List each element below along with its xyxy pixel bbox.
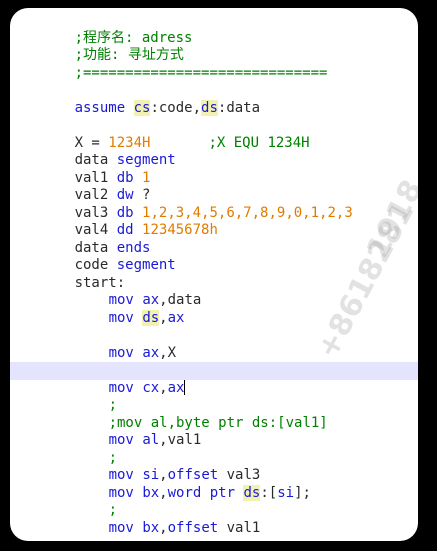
code-line[interactable]: mov si,offset val3 <box>24 450 418 483</box>
code-token: val1 <box>218 519 261 536</box>
code-line[interactable]: assume cs:code,ds:data <box>24 82 418 116</box>
code-line[interactable] <box>24 100 418 118</box>
code-line[interactable]: X = 1234H ;X EQU 1234H <box>24 117 418 151</box>
code-line[interactable]: ; <box>24 345 418 378</box>
code-line[interactable]: ;mov al,byte ptr ds:[val1] <box>24 397 418 431</box>
code-line[interactable] <box>24 65 418 83</box>
code-line[interactable]: ;功能: 寻址方式 <box>24 30 418 63</box>
code-line[interactable]: ; <box>24 380 418 413</box>
code-line[interactable]: mov ds,ax <box>24 292 418 326</box>
code-line[interactable]: ;============================= <box>24 47 418 81</box>
code-line[interactable]: mov ax,data <box>24 275 418 308</box>
code-line[interactable]: val2 dw ? <box>24 170 418 203</box>
code-line[interactable]: data segment <box>24 135 418 168</box>
code-editor[interactable]: ;程序名: adress ;功能: 寻址方式 ;================… <box>10 12 418 537</box>
code-line[interactable]: data ends <box>24 222 418 256</box>
code-line[interactable]: mov ax,X <box>24 327 418 361</box>
code-line[interactable]: mov al,val1 <box>24 415 418 448</box>
keyword-token: mov <box>108 519 134 536</box>
code-token: , <box>159 519 168 536</box>
code-line[interactable]: val3 db 1,2,3,4,5,6,7,8,9,0,1,2,3 <box>24 187 418 221</box>
editor-window: ;程序名: adress ;功能: 寻址方式 ;================… <box>10 8 418 541</box>
code-line[interactable]: ; <box>24 432 418 466</box>
keyword-token: offset <box>167 519 219 536</box>
current-line[interactable]: mov cx,ax <box>10 362 418 396</box>
code-line[interactable]: start: <box>24 257 418 291</box>
code-line[interactable]: mov bx,word ptr ds:[si]; <box>24 467 418 501</box>
code-line[interactable]: val1 db 1 <box>24 152 418 186</box>
code-line[interactable]: code segment <box>24 240 418 273</box>
code-line[interactable]: ; <box>24 485 418 518</box>
code-line[interactable] <box>24 310 418 328</box>
register-token: bx <box>142 519 160 536</box>
code-line[interactable]: mov bx,offset val1 <box>24 502 418 536</box>
code-line[interactable]: val4 dd 12345678h <box>24 205 418 238</box>
code-line[interactable]: ;程序名: adress <box>24 12 418 46</box>
